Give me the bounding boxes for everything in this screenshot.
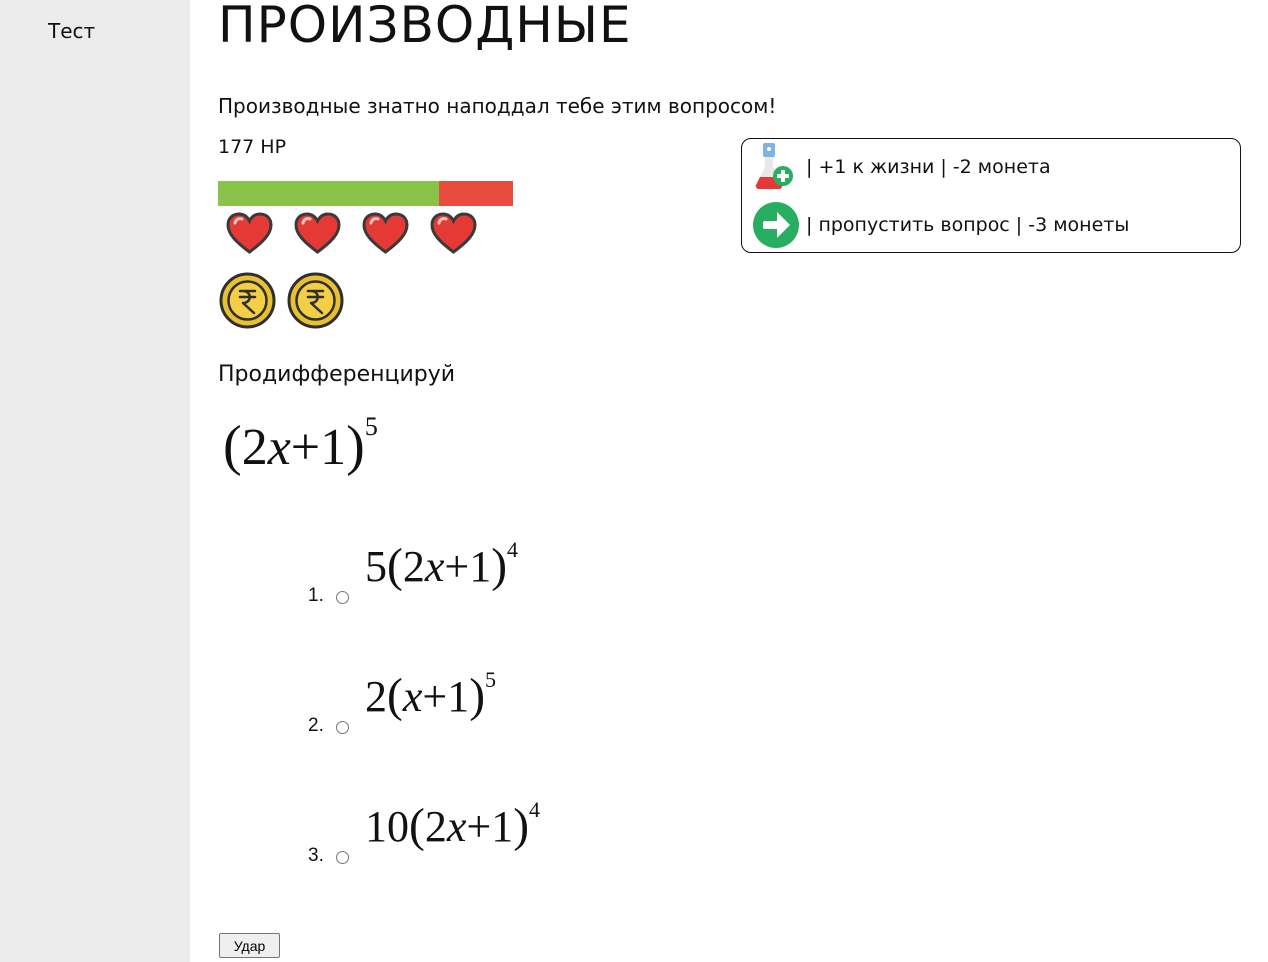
page-subtitle: Производные знатно наподдал тебе этим во… — [218, 94, 777, 118]
page-title: ПРОИЗВОДНЫЕ — [218, 0, 632, 54]
sidebar: Тест — [0, 0, 190, 962]
hp-bar-fill — [218, 181, 440, 206]
arrow-right-icon — [753, 202, 799, 248]
option-radio[interactable] — [336, 851, 349, 864]
shop-item-label: | пропустить вопрос | -3 монеты — [806, 214, 1130, 236]
heart-icon — [362, 212, 409, 254]
coin-icon — [287, 272, 344, 329]
coins-row — [219, 272, 344, 329]
submit-button[interactable]: Удар — [219, 933, 280, 958]
option-number: 3. — [308, 845, 324, 866]
option-formula: 5(2x+1)4 — [365, 537, 519, 592]
option-number: 1. — [308, 585, 324, 606]
question-formula: (2x+1)5 — [223, 412, 378, 477]
hearts-row — [226, 212, 477, 254]
main-content: ПРОИЗВОДНЫЕ Производные знатно наподдал … — [218, 0, 1268, 962]
question-prompt: Продифференцируй — [218, 362, 456, 387]
option-formula: 2(x+1)5 — [365, 667, 497, 722]
potion-plus-icon — [755, 143, 793, 190]
coin-icon — [219, 272, 276, 329]
option-radio[interactable] — [336, 591, 349, 604]
option-number: 2. — [308, 715, 324, 736]
option-formula: 10(2x+1)4 — [365, 797, 541, 852]
sidebar-item-test[interactable]: Тест — [48, 19, 95, 43]
heart-icon — [226, 212, 273, 254]
hp-bar — [218, 181, 513, 206]
shop-item-extra-life[interactable]: | +1 к жизни | -2 монета — [752, 141, 1051, 193]
hp-label: 177 HP — [218, 136, 287, 158]
shop-panel: | +1 к жизни | -2 монета | пропустить во… — [741, 138, 1241, 253]
shop-item-label: | +1 к жизни | -2 монета — [806, 156, 1051, 178]
heart-icon — [294, 212, 341, 254]
shop-item-skip-question[interactable]: | пропустить вопрос | -3 монеты — [752, 199, 1129, 251]
heart-icon — [430, 212, 477, 254]
option-radio[interactable] — [336, 721, 349, 734]
